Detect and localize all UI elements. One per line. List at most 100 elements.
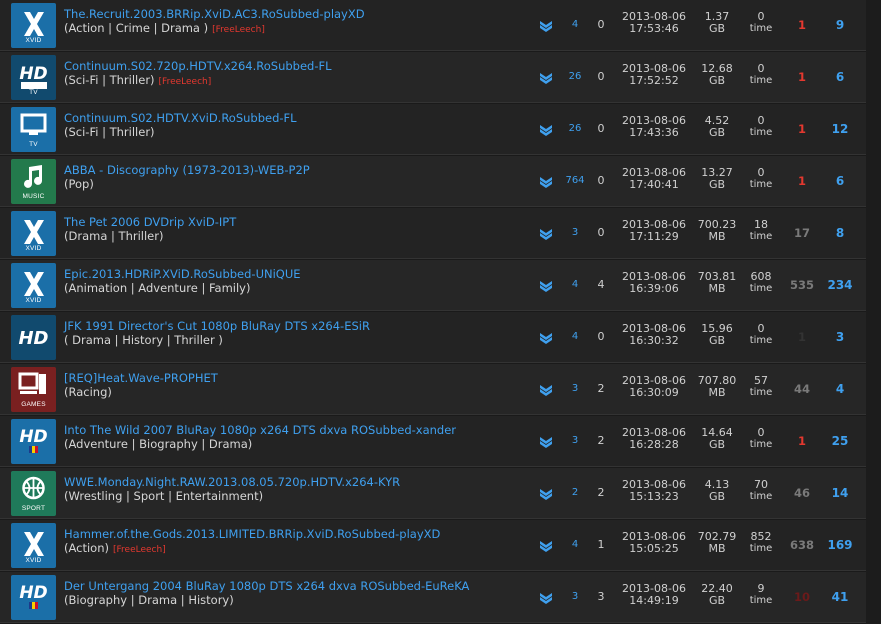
torrent-row: GAMES [REQ]Heat.Wave-PROPHET (Racing) 3 2 201… <box>0 364 881 415</box>
download-button[interactable] <box>539 382 553 396</box>
torrent-name-link[interactable]: [REQ]Heat.Wave-PROPHET <box>64 371 218 385</box>
comments-link[interactable]: 3 <box>562 435 588 446</box>
snatched-value: 0 <box>757 426 765 439</box>
leechers-link[interactable]: 25 <box>821 434 859 448</box>
download-button[interactable] <box>539 122 553 136</box>
torrent-name-link[interactable]: ABBA - Discography (1973-2013)-WEB-P2P <box>64 163 310 177</box>
download-chevron-icon <box>539 70 553 89</box>
download-button[interactable] <box>539 18 553 32</box>
leechers-link[interactable]: 6 <box>821 70 859 84</box>
torrent-row: HD JFK 1991 Director's Cut 1080p BluRay D… <box>0 312 881 363</box>
torrent-name-link[interactable]: Into The Wild 2007 BluRay 1080p x264 DTS… <box>64 423 456 437</box>
download-button[interactable] <box>539 330 553 344</box>
comments-link[interactable]: 4 <box>562 19 588 30</box>
seeders-link[interactable]: 44 <box>786 382 818 396</box>
category-icon-link[interactable]: XVID <box>11 211 56 256</box>
leechers-link[interactable]: 4 <box>821 382 859 396</box>
upload-date: 2013-08-06 17:52:52 <box>614 63 694 87</box>
leechers-link[interactable]: 3 <box>821 330 859 344</box>
category-icon-link[interactable]: HD <box>11 419 56 464</box>
download-button[interactable] <box>539 174 553 188</box>
download-button[interactable] <box>539 434 553 448</box>
comments-link[interactable]: 26 <box>562 123 588 134</box>
comments-link[interactable]: 3 <box>562 591 588 602</box>
seeders-link[interactable]: 1 <box>786 70 818 84</box>
torrent-name-link[interactable]: The Pet 2006 DVDrip XviD-IPT <box>64 215 236 229</box>
download-chevron-icon <box>539 18 553 37</box>
seeders-link[interactable]: 638 <box>786 538 818 552</box>
torrent-genre: (Wrestling | Sport | Entertainment) <box>64 489 263 503</box>
snatched-count: 70 time <box>740 479 782 503</box>
torrent-name-link[interactable]: The.Recruit.2003.BRRip.XviD.AC3.RoSubbed… <box>64 7 365 21</box>
seeders-link[interactable]: 17 <box>786 226 818 240</box>
scrollbar-track[interactable] <box>866 0 881 624</box>
size-unit: GB <box>708 490 726 503</box>
torrent-row: HD TV Continuum.S02.720p.HDTV.x264.RoSubbe… <box>0 52 881 103</box>
torrent-name-link[interactable]: Epic.2013.HDRiP.XViD.RoSubbed-UNiQUE <box>64 267 301 281</box>
download-button[interactable] <box>539 226 553 240</box>
category-label: XVID <box>25 37 42 44</box>
snatched-value: 70 <box>754 478 768 491</box>
seeders-link[interactable]: 1 <box>786 434 818 448</box>
snatched-count: 0 time <box>740 167 782 191</box>
category-icon-link[interactable]: HD TV <box>11 55 56 100</box>
size-unit: GB <box>708 74 726 87</box>
category-label: TV <box>29 141 38 148</box>
leechers-link[interactable]: 41 <box>821 590 859 604</box>
category-icon-link[interactable]: SPORT <box>11 471 56 516</box>
category-icon-link[interactable]: TV <box>11 107 56 152</box>
download-button[interactable] <box>539 278 553 292</box>
torrent-name-link[interactable]: Continuum.S02.HDTV.XviD.RoSubbed-FL <box>64 111 297 125</box>
seeders-link[interactable]: 1 <box>786 174 818 188</box>
category-icon-link[interactable]: XVID <box>11 263 56 308</box>
download-button[interactable] <box>539 70 553 84</box>
comments-link[interactable]: 4 <box>562 279 588 290</box>
upload-date: 2013-08-06 15:13:23 <box>614 479 694 503</box>
comments-link[interactable]: 3 <box>562 227 588 238</box>
leechers-link[interactable]: 8 <box>821 226 859 240</box>
comments-link[interactable]: 3 <box>562 383 588 394</box>
seeders-link[interactable]: 10 <box>786 590 818 604</box>
torrent-size: 15.96 GB <box>697 323 737 347</box>
category-icon-link[interactable]: HD <box>11 315 56 360</box>
svg-text:HD: HD <box>18 328 48 349</box>
comments-link[interactable]: 764 <box>562 175 588 186</box>
files-count: 0 <box>597 174 605 187</box>
leechers-link[interactable]: 14 <box>821 486 859 500</box>
torrent-name-link[interactable]: Der Untergang 2004 BluRay 1080p DTS x264… <box>64 579 469 593</box>
category-icon-link[interactable]: HD <box>11 575 56 620</box>
comments-link[interactable]: 2 <box>562 487 588 498</box>
leechers-link[interactable]: 9 <box>821 18 859 32</box>
download-button[interactable] <box>539 486 553 500</box>
download-button[interactable] <box>539 590 553 604</box>
snatched-unit: time <box>749 127 773 138</box>
snatched-unit: time <box>749 491 773 502</box>
category-icon-link[interactable]: XVID <box>11 523 56 568</box>
comments-link[interactable]: 26 <box>562 71 588 82</box>
torrent-name-link[interactable]: WWE.Monday.Night.RAW.2013.08.05.720p.HDT… <box>64 475 400 489</box>
torrent-name-link[interactable]: JFK 1991 Director's Cut 1080p BluRay DTS… <box>64 319 370 333</box>
download-button[interactable] <box>539 538 553 552</box>
category-icon-link[interactable]: XVID <box>11 3 56 48</box>
comments-link[interactable]: 4 <box>562 331 588 342</box>
leechers-link[interactable]: 169 <box>821 538 859 552</box>
leechers-link[interactable]: 6 <box>821 174 859 188</box>
torrent-row: MUSIC ABBA - Discography (1973-2013)-WEB-… <box>0 156 881 207</box>
seeders-link[interactable]: 535 <box>786 278 818 292</box>
category-label: XVID <box>25 245 42 252</box>
seeders-link[interactable]: 1 <box>786 330 818 344</box>
seeders-link[interactable]: 46 <box>786 486 818 500</box>
size-unit: GB <box>708 22 726 35</box>
seeders-link[interactable]: 1 <box>786 18 818 32</box>
torrent-name-link[interactable]: Hammer.of.the.Gods.2013.LIMITED.BRRip.Xv… <box>64 527 440 541</box>
leechers-link[interactable]: 234 <box>821 278 859 292</box>
torrent-name-link[interactable]: Continuum.S02.720p.HDTV.x264.RoSubbed-FL <box>64 59 332 73</box>
upload-date: 2013-08-06 16:30:32 <box>614 323 694 347</box>
leechers-link[interactable]: 12 <box>821 122 859 136</box>
snatched-count: 0 time <box>740 427 782 451</box>
seeders-link[interactable]: 1 <box>786 122 818 136</box>
category-icon-link[interactable]: GAMES <box>11 367 56 412</box>
category-icon-link[interactable]: MUSIC <box>11 159 56 204</box>
comments-link[interactable]: 4 <box>562 539 588 550</box>
snatched-count: 57 time <box>740 375 782 399</box>
